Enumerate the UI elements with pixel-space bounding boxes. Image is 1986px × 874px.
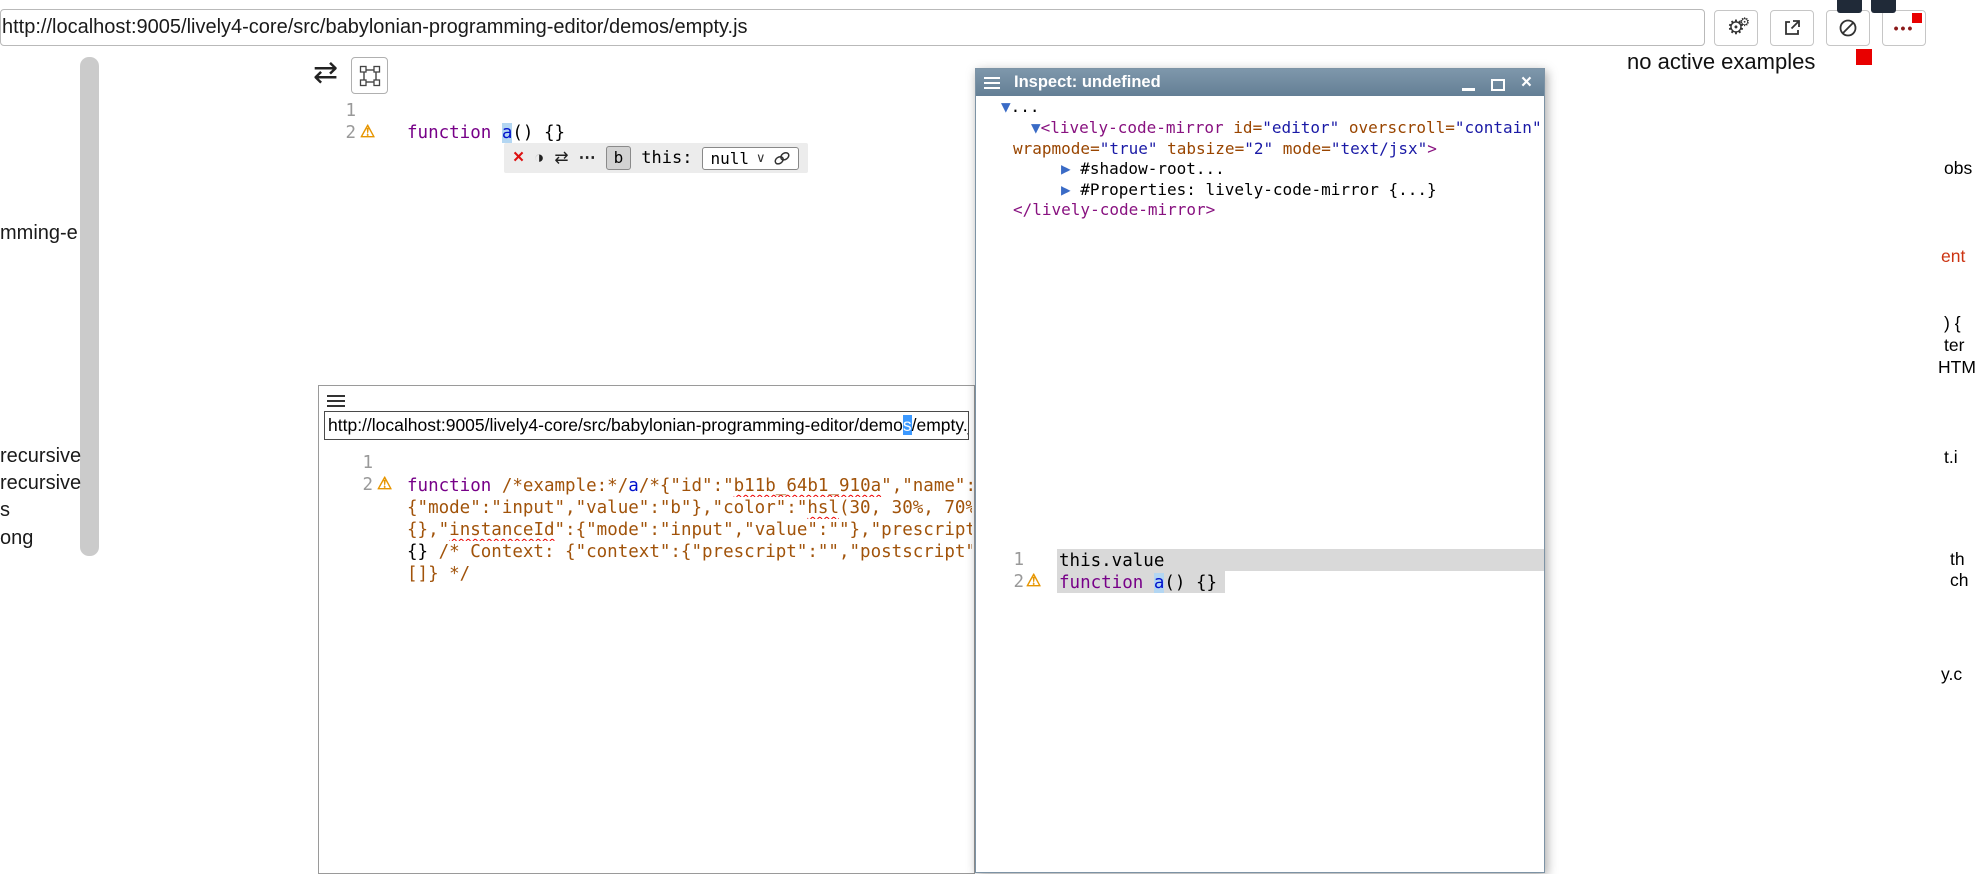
clipped-code-fragment: th (1950, 549, 1965, 570)
url-after: /empty.js (912, 415, 969, 435)
sub-editor-panel: http://localhost:9005/lively4-core/src/b… (318, 385, 975, 874)
warning-icon: ⚠ (360, 122, 375, 142)
clipped-text-fragment: ong (0, 527, 33, 550)
clipped-code-fragment: ent (1941, 246, 1965, 267)
probe-dropdown[interactable]: null ∨ (702, 147, 798, 170)
this-label: this: (641, 148, 692, 168)
tree-row[interactable]: </lively-code-mirror> (1013, 200, 1215, 220)
inspector-title: Inspect: undefined (1014, 73, 1161, 92)
line-number: 1 (1006, 550, 1024, 570)
code-line[interactable]: []} */ (407, 563, 972, 585)
external-link-icon (1782, 18, 1802, 38)
url-input[interactable]: http://localhost:9005/lively4-core/src/b… (324, 411, 969, 440)
warning-icon: ⚠ (377, 474, 392, 494)
clipped-code-fragment: obs (1944, 158, 1972, 179)
code-line[interactable]: function /*example:*/a/*{"id":"b11b_64b1… (407, 475, 972, 497)
clipped-code-fragment: y.c (1941, 664, 1962, 685)
browser-url-bar[interactable]: http://localhost:9005/lively4-core/src/b… (0, 9, 1705, 46)
code-line[interactable]: {} /* Context: {"context":{"prescript":"… (407, 541, 972, 563)
error-marker (1856, 49, 1872, 65)
menu-icon[interactable] (327, 392, 345, 410)
more-icon[interactable]: ⋯ (579, 148, 596, 168)
titlebar-control-left[interactable] (1837, 0, 1862, 13)
frame-button[interactable] (351, 57, 388, 94)
dropdown-value: null (710, 149, 749, 168)
frame-icon (359, 65, 381, 87)
clipped-text-fragment: recursive (0, 472, 81, 495)
tree-row[interactable]: ▶ #shadow-root... (1061, 159, 1225, 179)
left-scrollbar[interactable] (80, 57, 99, 556)
clipped-code-fragment: HTM (1938, 357, 1976, 378)
swap-icon[interactable]: ⇄ (554, 148, 568, 168)
line-number: 2 (355, 475, 373, 495)
clipped-code-fragment: ) { (1944, 313, 1961, 334)
swap-icon[interactable]: ⇄ (313, 55, 338, 90)
line-number: 1 (338, 101, 356, 121)
clipped-text-fragment: s (0, 499, 10, 522)
minimize-button[interactable] (1462, 75, 1475, 91)
clipped-code-fragment: t.i (1944, 447, 1958, 468)
toggle-icon[interactable]: ◑ (534, 148, 544, 168)
maximize-button[interactable] (1491, 75, 1505, 91)
inspector-window: Inspect: undefined × ▼... ▼<lively-code-… (975, 68, 1545, 873)
titlebar-control-right[interactable] (1871, 0, 1896, 13)
line-number: 2 (1006, 572, 1024, 592)
code-line[interactable]: function a() {} (1059, 572, 1217, 594)
probe-b-button[interactable]: b (606, 146, 632, 170)
tree-row[interactable]: ▶ #Properties: lively-code-mirror {...} (1061, 180, 1437, 200)
line-number: 2 (338, 123, 356, 143)
code-line[interactable]: {"mode":"input","value":"b"},"color":"hs… (407, 497, 972, 519)
code-line[interactable]: function a() {} (407, 122, 565, 144)
tree-row[interactable]: wrapmode="true" tabsize="2" mode="text/j… (1013, 139, 1437, 159)
settings-button[interactable]: ⚙ ⚙ (1714, 10, 1758, 46)
clipped-code-fragment: ter (1944, 335, 1964, 356)
close-icon[interactable]: × (1521, 75, 1532, 91)
more-button[interactable]: ••• (1882, 10, 1926, 46)
notification-badge (1912, 13, 1922, 23)
gear-small-icon: ⚙ (1739, 15, 1750, 29)
chevron-down-icon: ∨ (756, 150, 766, 166)
tree-row[interactable]: ▼... (1001, 97, 1040, 117)
line-number: 1 (355, 453, 373, 473)
tree-row[interactable]: ▼<lively-code-mirror id="editor" overscr… (1031, 118, 1542, 138)
menu-icon[interactable] (984, 74, 1002, 92)
probe-widget: × ◑ ⇄ ⋯ b this: null ∨ (504, 143, 808, 173)
inspector-titlebar[interactable]: Inspect: undefined × (976, 69, 1544, 96)
url-selection: s (903, 415, 912, 435)
clipped-code-fragment: ch (1950, 570, 1968, 591)
warning-icon: ⚠ (1026, 571, 1041, 591)
link-icon (773, 151, 791, 166)
no-active-examples-label: no active examples (1627, 49, 1815, 75)
code-line[interactable]: this.value (1059, 550, 1164, 572)
clipped-text-fragment: recursive (0, 445, 81, 468)
clipped-text-fragment: mming-e (0, 222, 78, 245)
code-line[interactable]: {},"instanceId":{"mode":"input","value":… (407, 519, 972, 541)
close-icon[interactable]: × (513, 147, 524, 169)
block-icon (1838, 18, 1858, 38)
open-external-button[interactable] (1770, 10, 1814, 46)
url-before: http://localhost:9005/lively4-core/src/b… (328, 415, 903, 435)
url-text: http://localhost:9005/lively4-core/src/b… (0, 10, 748, 45)
block-button[interactable] (1826, 10, 1870, 46)
